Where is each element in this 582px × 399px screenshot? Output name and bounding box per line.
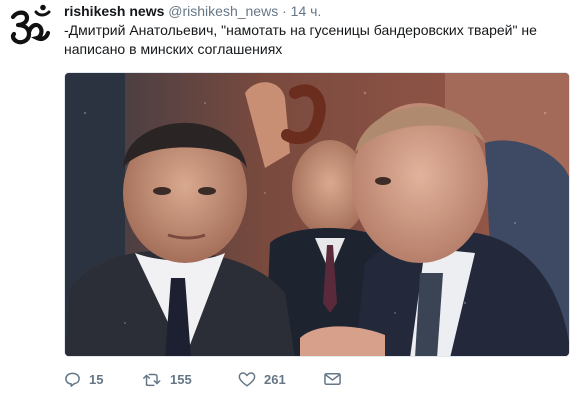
heart-icon: [238, 371, 256, 388]
like-count: 261: [264, 371, 286, 387]
photo-illustration: [65, 73, 569, 356]
tweet: rishikesh news @rishikesh_news · 14 ч. -…: [0, 0, 582, 399]
tweet-timestamp[interactable]: 14 ч.: [291, 3, 322, 19]
author-name[interactable]: rishikesh news: [64, 3, 164, 19]
avatar[interactable]: [6, 2, 54, 50]
like-button[interactable]: 261: [238, 371, 324, 388]
header-separator: ·: [282, 3, 287, 19]
retweet-icon: [142, 371, 162, 388]
om-symbol-icon: [10, 4, 51, 45]
author-handle[interactable]: @rishikesh_news: [168, 3, 278, 19]
direct-message-button[interactable]: [324, 372, 341, 386]
tweet-actions: 15 155 261: [64, 368, 341, 390]
reply-count: 15: [89, 371, 104, 387]
retweet-button[interactable]: 155: [142, 371, 238, 388]
reply-button[interactable]: 15: [64, 371, 128, 388]
envelope-icon: [324, 372, 341, 386]
retweet-count: 155: [170, 371, 192, 387]
reply-icon: [64, 371, 81, 388]
tweet-text: -Дмитрий Анатольевич, "намотать на гусен…: [64, 22, 537, 57]
tweet-header: rishikesh news @rishikesh_news · 14 ч.: [64, 2, 321, 20]
tweet-photo[interactable]: [64, 72, 570, 357]
